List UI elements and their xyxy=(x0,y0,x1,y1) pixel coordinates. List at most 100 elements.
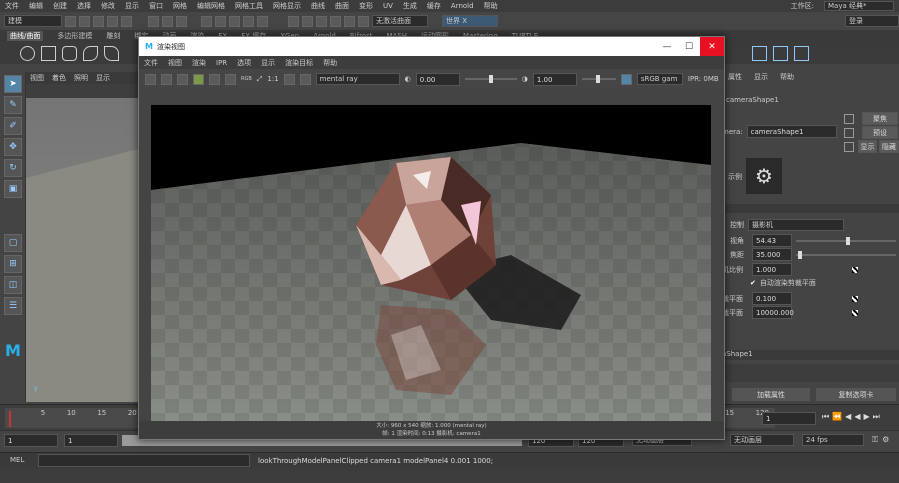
ratio-button[interactable]: 1:1 xyxy=(267,75,278,83)
layout-icon[interactable]: ◫ xyxy=(4,276,22,294)
live-surface-field[interactable]: 无激活曲面 xyxy=(372,15,428,27)
ipr-icon[interactable] xyxy=(193,73,204,85)
keyable-icon[interactable] xyxy=(852,295,858,302)
snap-view-icon[interactable] xyxy=(243,15,254,27)
controls-dropdown[interactable]: 摄影机 xyxy=(748,219,844,231)
menu-modify[interactable]: 修改 xyxy=(101,1,115,11)
hide-button[interactable]: 隐藏 xyxy=(879,140,899,153)
magnet-icon[interactable] xyxy=(288,15,299,27)
exposure-slider[interactable] xyxy=(464,75,517,83)
current-frame-field[interactable]: 1 xyxy=(762,412,816,425)
space-field[interactable]: 世界 X xyxy=(442,15,498,27)
auto-clip-checkbox[interactable]: ✔ xyxy=(750,279,756,287)
rotate-tool-icon[interactable]: ↻ xyxy=(4,159,22,177)
viewport-menu-shading[interactable]: 着色 xyxy=(52,73,66,83)
command-language[interactable]: MEL xyxy=(10,456,24,464)
render-region-icon[interactable] xyxy=(161,73,172,85)
wrench-icon[interactable] xyxy=(773,45,788,61)
rv-menu-render[interactable]: 渲染 xyxy=(192,58,206,68)
step-back-key-icon[interactable]: ⏪ xyxy=(832,412,842,422)
single-pane-icon[interactable]: ▢ xyxy=(4,234,22,252)
renderer-dropdown[interactable]: mental ray xyxy=(315,73,400,85)
show-icon[interactable] xyxy=(844,142,854,152)
menu-uv[interactable]: UV xyxy=(383,2,393,10)
ep-curve-icon[interactable] xyxy=(83,45,98,61)
redo-icon[interactable] xyxy=(121,15,132,27)
menu-cache[interactable]: 缓存 xyxy=(427,1,441,11)
keyable-icon[interactable] xyxy=(852,309,858,316)
menu-generate[interactable]: 生成 xyxy=(403,1,417,11)
menu-select[interactable]: 选择 xyxy=(77,1,91,11)
focus-icon[interactable] xyxy=(844,114,854,124)
minimize-icon[interactable]: — xyxy=(656,37,678,56)
color-management-icon[interactable] xyxy=(620,73,632,85)
nurbs-circle-icon[interactable] xyxy=(20,45,35,61)
command-input[interactable] xyxy=(38,454,250,467)
menu-file[interactable]: 文件 xyxy=(5,1,19,11)
exposure-field[interactable]: 0.00 xyxy=(415,72,460,86)
login-button[interactable]: 登录 xyxy=(845,15,899,27)
load-attributes-button[interactable]: 加载属性 xyxy=(732,388,810,401)
focal-length-field[interactable]: 35.000 xyxy=(752,248,792,261)
plug-alt-icon[interactable] xyxy=(794,45,809,61)
shelf-tab-sculpt[interactable]: 雕刻 xyxy=(106,31,120,41)
range-start-field[interactable]: 1 xyxy=(64,434,118,447)
show-button[interactable]: 显示 xyxy=(858,140,877,153)
select-hierarchy-icon[interactable] xyxy=(148,15,159,27)
keyable-icon[interactable] xyxy=(852,266,858,273)
camera-scale-field[interactable]: 1.000 xyxy=(752,263,792,276)
plug-icon[interactable] xyxy=(752,45,767,61)
color-space-dropdown[interactable]: sRGB gam xyxy=(636,73,683,85)
new-scene-icon[interactable] xyxy=(65,15,76,27)
render-view-titlebar[interactable]: M 渲染视图 — ☐ ✕ xyxy=(139,37,724,56)
save-scene-icon[interactable] xyxy=(93,15,104,27)
curve-tool-icon[interactable] xyxy=(62,45,77,61)
rgb-channel[interactable]: RGB xyxy=(241,76,252,82)
snap-surface-icon[interactable] xyxy=(257,15,268,27)
copy-tab-button[interactable]: 复制选项卡 xyxy=(816,388,896,401)
rv-menu-ipr[interactable]: IPR xyxy=(216,59,227,67)
viewport-menu-lighting[interactable]: 照明 xyxy=(74,73,88,83)
menu-help[interactable]: 帮助 xyxy=(484,1,498,11)
paint-select-icon[interactable]: ✐ xyxy=(4,117,22,135)
select-object-icon[interactable] xyxy=(162,15,173,27)
rv-menu-view[interactable]: 视图 xyxy=(168,58,182,68)
play-forward-icon[interactable]: ▶ xyxy=(863,412,869,422)
rv-menu-options[interactable]: 选项 xyxy=(237,58,251,68)
snap-grid-icon[interactable] xyxy=(201,15,212,27)
focus-button[interactable]: 聚焦 xyxy=(862,112,898,125)
rv-menu-render-target[interactable]: 渲染目标 xyxy=(285,58,313,68)
render-sequence-icon[interactable] xyxy=(225,73,236,85)
ipr-render-icon[interactable] xyxy=(330,15,341,27)
render-settings-icon[interactable] xyxy=(344,15,355,27)
render-image[interactable] xyxy=(151,105,711,421)
menu-arnold[interactable]: Arnold xyxy=(451,2,474,10)
camera-name-field[interactable]: cameraShape1 xyxy=(746,125,837,138)
undo-icon[interactable] xyxy=(107,15,118,27)
attr-menu-attributes[interactable]: 属性 xyxy=(728,72,742,82)
menu-edit[interactable]: 编辑 xyxy=(29,1,43,11)
near-clip-field[interactable]: 0.100 xyxy=(752,292,792,305)
viewport-menu-show[interactable]: 显示 xyxy=(96,73,110,83)
menu-surfaces[interactable]: 曲面 xyxy=(335,1,349,11)
snap-curve-icon[interactable] xyxy=(215,15,226,27)
attr-menu-display[interactable]: 显示 xyxy=(754,72,768,82)
preset-button[interactable]: 预设 xyxy=(862,126,898,139)
remove-image-icon[interactable] xyxy=(299,73,311,85)
outliner-icon[interactable]: ☰ xyxy=(4,297,22,315)
angle-of-view-field[interactable]: 54.43 xyxy=(752,234,792,247)
menu-mesh[interactable]: 网格 xyxy=(173,1,187,11)
viewport[interactable]: y xyxy=(26,98,142,402)
gamma-icon[interactable]: ◑ xyxy=(522,75,528,83)
attr-menu-help[interactable]: 帮助 xyxy=(780,72,794,82)
menu-display[interactable]: 显示 xyxy=(125,1,139,11)
menu-mesh-tools[interactable]: 网格工具 xyxy=(235,1,263,11)
lasso-tool-icon[interactable]: ✎ xyxy=(4,96,22,114)
move-tool-icon[interactable]: ✥ xyxy=(4,138,22,156)
snapshot-icon[interactable] xyxy=(177,73,188,85)
render-frame-icon[interactable] xyxy=(316,15,327,27)
maximize-icon[interactable]: ☐ xyxy=(678,37,700,56)
pencil-curve-icon[interactable] xyxy=(104,45,119,61)
go-end-icon[interactable]: ⏭ xyxy=(873,412,880,422)
preset-icon[interactable] xyxy=(844,128,854,138)
